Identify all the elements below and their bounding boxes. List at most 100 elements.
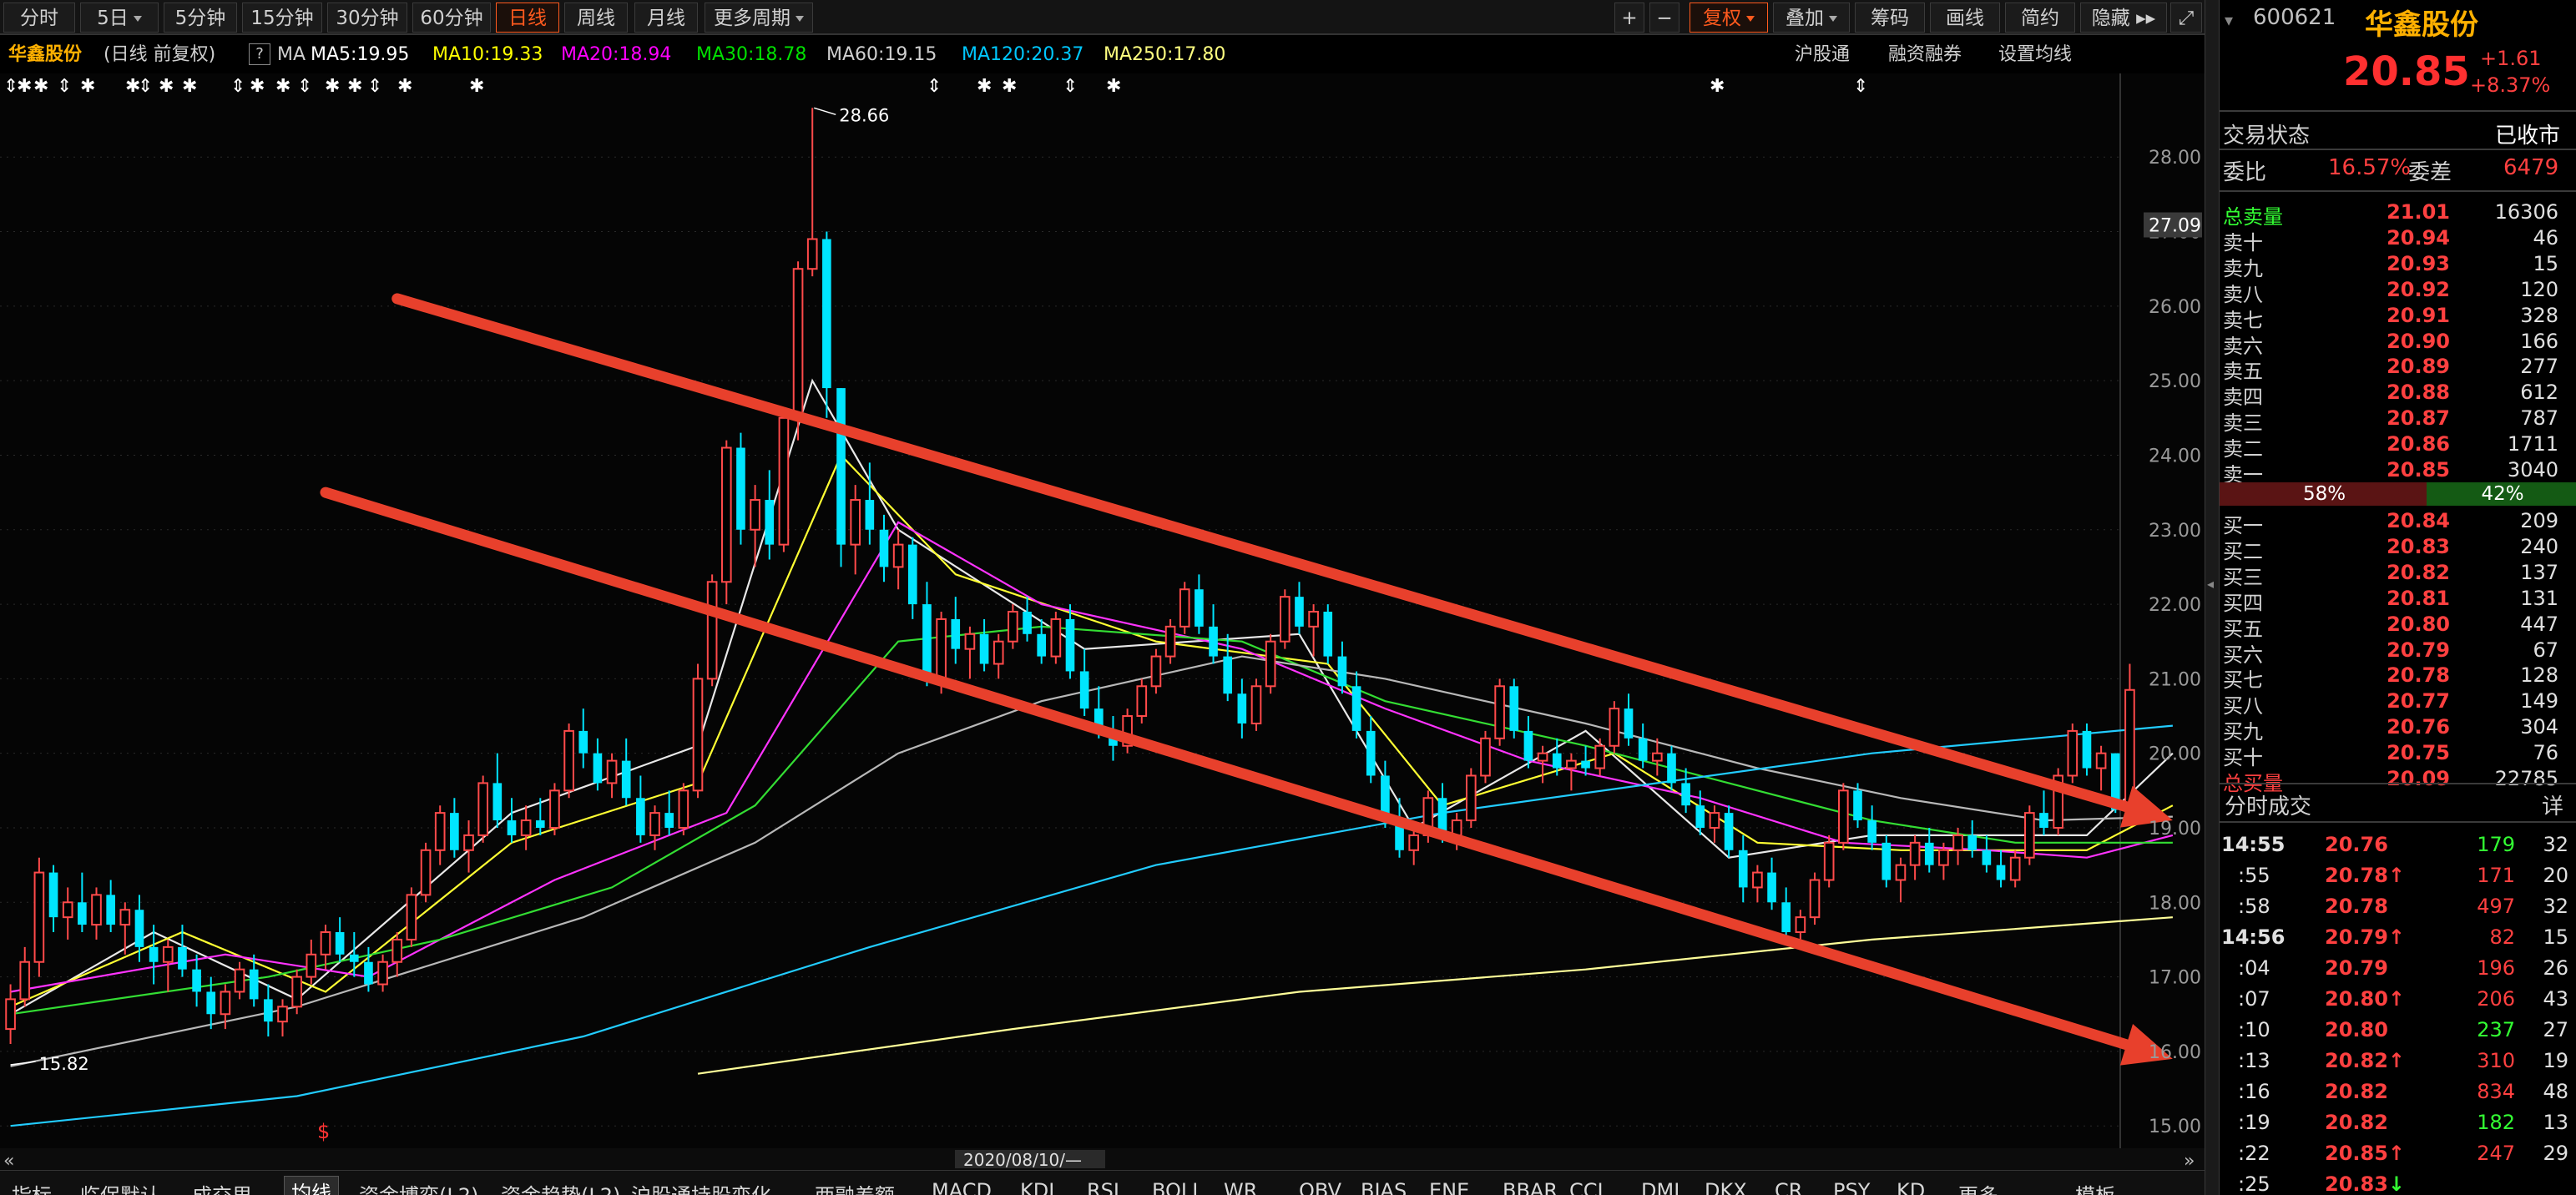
ask-level-price[interactable]: 20.88 — [2336, 381, 2450, 404]
indicator-tab[interactable]: KDJ — [1020, 1179, 1054, 1195]
stock-name: 华鑫股份 — [2365, 8, 2478, 42]
indicator-tab[interactable]: 资金趋势(L2) — [501, 1179, 620, 1195]
bid-level-volume: 304 — [2520, 715, 2558, 739]
bid-level-price[interactable]: 20.75 — [2336, 741, 2450, 764]
candle-body-down — [1552, 753, 1562, 769]
candle-body-down — [78, 902, 87, 925]
indicator-tab[interactable]: 资金博弈(L2) — [359, 1179, 478, 1195]
indicator-tab[interactable]: BBAR — [1503, 1179, 1558, 1195]
candle-body-up — [1909, 841, 1921, 866]
dropdown-arrow-icon[interactable]: ▾ — [2225, 10, 2233, 30]
bid-level-price[interactable]: 20.77 — [2336, 689, 2450, 713]
candle-body-up — [520, 819, 532, 836]
trade-price: 20.80↑ — [2325, 987, 2442, 1011]
y-tick-label: 15.00 — [2149, 1117, 2201, 1137]
candle-body-up — [91, 894, 102, 926]
candle-body-up — [1136, 685, 1148, 718]
indicator-tab[interactable]: WR — [1224, 1179, 1257, 1195]
indicator-tab[interactable]: MACD — [932, 1179, 992, 1195]
indicator-tab[interactable]: ENE — [1429, 1179, 1469, 1195]
candle-body-down — [636, 798, 645, 835]
indicator-tab[interactable]: 更多 — [1958, 1179, 1998, 1195]
trade-price-value: 20.82 — [2325, 1111, 2388, 1134]
min-price-label: 15.82 — [39, 1054, 89, 1074]
quote-panel: 600621 华鑫股份 ▾ 20.85 +1.61 +8.37% 交易状态 已收… — [2220, 0, 2576, 1195]
candle-body-down — [1881, 842, 1892, 880]
candle-body-down — [621, 760, 631, 799]
ask-level-label: 卖三 — [2223, 411, 2263, 436]
bid-level-price[interactable]: 20.84 — [2336, 509, 2450, 532]
bid-level-price[interactable]: 20.81 — [2336, 587, 2450, 610]
trade-count: 13 — [2543, 1111, 2568, 1134]
candle-body-down — [765, 500, 775, 545]
candle-body-down — [206, 991, 216, 1015]
panel-splitter[interactable]: ◂ — [2205, 0, 2220, 1195]
event-marker-icon: ✱ — [275, 76, 290, 97]
indicator-tab[interactable]: 模板 — [2075, 1179, 2115, 1195]
candle-body-up — [1494, 685, 1505, 739]
down-arrow-icon: ↓ — [2387, 1172, 2406, 1195]
indicator-tab[interactable]: CR — [1775, 1179, 1802, 1195]
indicator-tab[interactable]: OBV — [1299, 1179, 1341, 1195]
candle-body-down — [1195, 589, 1204, 627]
ask-level-price[interactable]: 20.92 — [2336, 278, 2450, 301]
ask-level-label: 卖二 — [2223, 437, 2263, 461]
candle-body-up — [1938, 849, 1949, 866]
bid-level-price[interactable]: 20.83 — [2336, 535, 2450, 558]
indicator-tab[interactable]: 临保默认 — [80, 1179, 160, 1195]
bid-level-price[interactable]: 20.80 — [2336, 613, 2450, 636]
trade-price: 20.85↑ — [2325, 1142, 2442, 1165]
indicator-tab[interactable]: KD — [1897, 1179, 1925, 1195]
candle-body-up — [720, 446, 732, 583]
indicator-tab[interactable]: 沪股通持股变化 — [631, 1179, 771, 1195]
candle-body-down — [1867, 820, 1876, 843]
ask-level-price[interactable]: 20.89 — [2336, 355, 2450, 378]
trade-price: 20.82 — [2325, 1111, 2442, 1134]
bid-level-volume: 128 — [2520, 663, 2558, 688]
indicator-tab[interactable]: BOLL — [1152, 1179, 1204, 1195]
bid-level-label: 买二 — [2223, 539, 2263, 563]
candle-body-up — [1480, 737, 1491, 777]
ask-level-price[interactable]: 20.85 — [2336, 458, 2450, 482]
indicator-tab[interactable]: DMI — [1641, 1179, 1679, 1195]
candle-body-up — [1838, 789, 1849, 844]
indicator-tab[interactable]: BIAS — [1361, 1179, 1407, 1195]
bid-level-price[interactable]: 20.79 — [2336, 638, 2450, 662]
up-arrow-icon: ↑ — [2387, 1142, 2406, 1165]
candle-body-up — [1609, 708, 1620, 747]
ask-level-price[interactable]: 20.91 — [2336, 304, 2450, 327]
collapse-arrow-icon[interactable]: ◂ — [2207, 576, 2214, 592]
candle-body-down — [1237, 693, 1247, 724]
trade-price: 20.79↑ — [2325, 925, 2442, 949]
trade-count: 29 — [2543, 1142, 2568, 1165]
bid-level-volume: 209 — [2520, 509, 2558, 532]
bid-level-price[interactable]: 20.76 — [2336, 715, 2450, 739]
indicator-tab[interactable]: CCI — [1569, 1179, 1604, 1195]
bid-level-price[interactable]: 20.78 — [2336, 663, 2450, 687]
candle-body-down — [264, 999, 273, 1022]
sell-total-price[interactable]: 21.01 — [2336, 200, 2450, 224]
candle-body-up — [277, 1006, 288, 1023]
indicator-tab[interactable]: 指标 — [12, 1179, 52, 1195]
ask-level-price[interactable]: 20.94 — [2336, 226, 2450, 250]
ask-level-price[interactable]: 20.90 — [2336, 330, 2450, 353]
indicator-tab[interactable]: DKX — [1705, 1179, 1747, 1195]
indicator-tab[interactable]: 成交里 — [192, 1179, 252, 1195]
buy-total-price[interactable]: 20.09 — [2336, 767, 2450, 790]
ask-level-price[interactable]: 20.87 — [2336, 406, 2450, 430]
indicator-tab[interactable]: RSI — [1087, 1179, 1119, 1195]
indicator-tab[interactable]: 两融差额 — [815, 1179, 895, 1195]
bid-level-volume: 131 — [2520, 586, 2558, 610]
ask-level-price[interactable]: 20.86 — [2336, 432, 2450, 456]
trade-count: 15 — [2543, 925, 2568, 949]
candlestick-chart[interactable]: 28.0027.0026.0025.0024.0023.0022.0021.00… — [0, 0, 2205, 1170]
ask-level-price[interactable]: 20.93 — [2336, 252, 2450, 275]
indicator-tab[interactable]: PSY — [1833, 1179, 1870, 1195]
indicator-tab[interactable]: 均线 — [284, 1176, 339, 1195]
trade-price: 20.83↓ — [2325, 1172, 2442, 1195]
candle-body-down — [1079, 671, 1089, 709]
scroll-left-icon: « — [3, 1151, 14, 1170]
trades-detail-button[interactable]: 详 — [2542, 789, 2563, 820]
candle-body-down — [736, 447, 745, 530]
bid-level-price[interactable]: 20.82 — [2336, 561, 2450, 584]
